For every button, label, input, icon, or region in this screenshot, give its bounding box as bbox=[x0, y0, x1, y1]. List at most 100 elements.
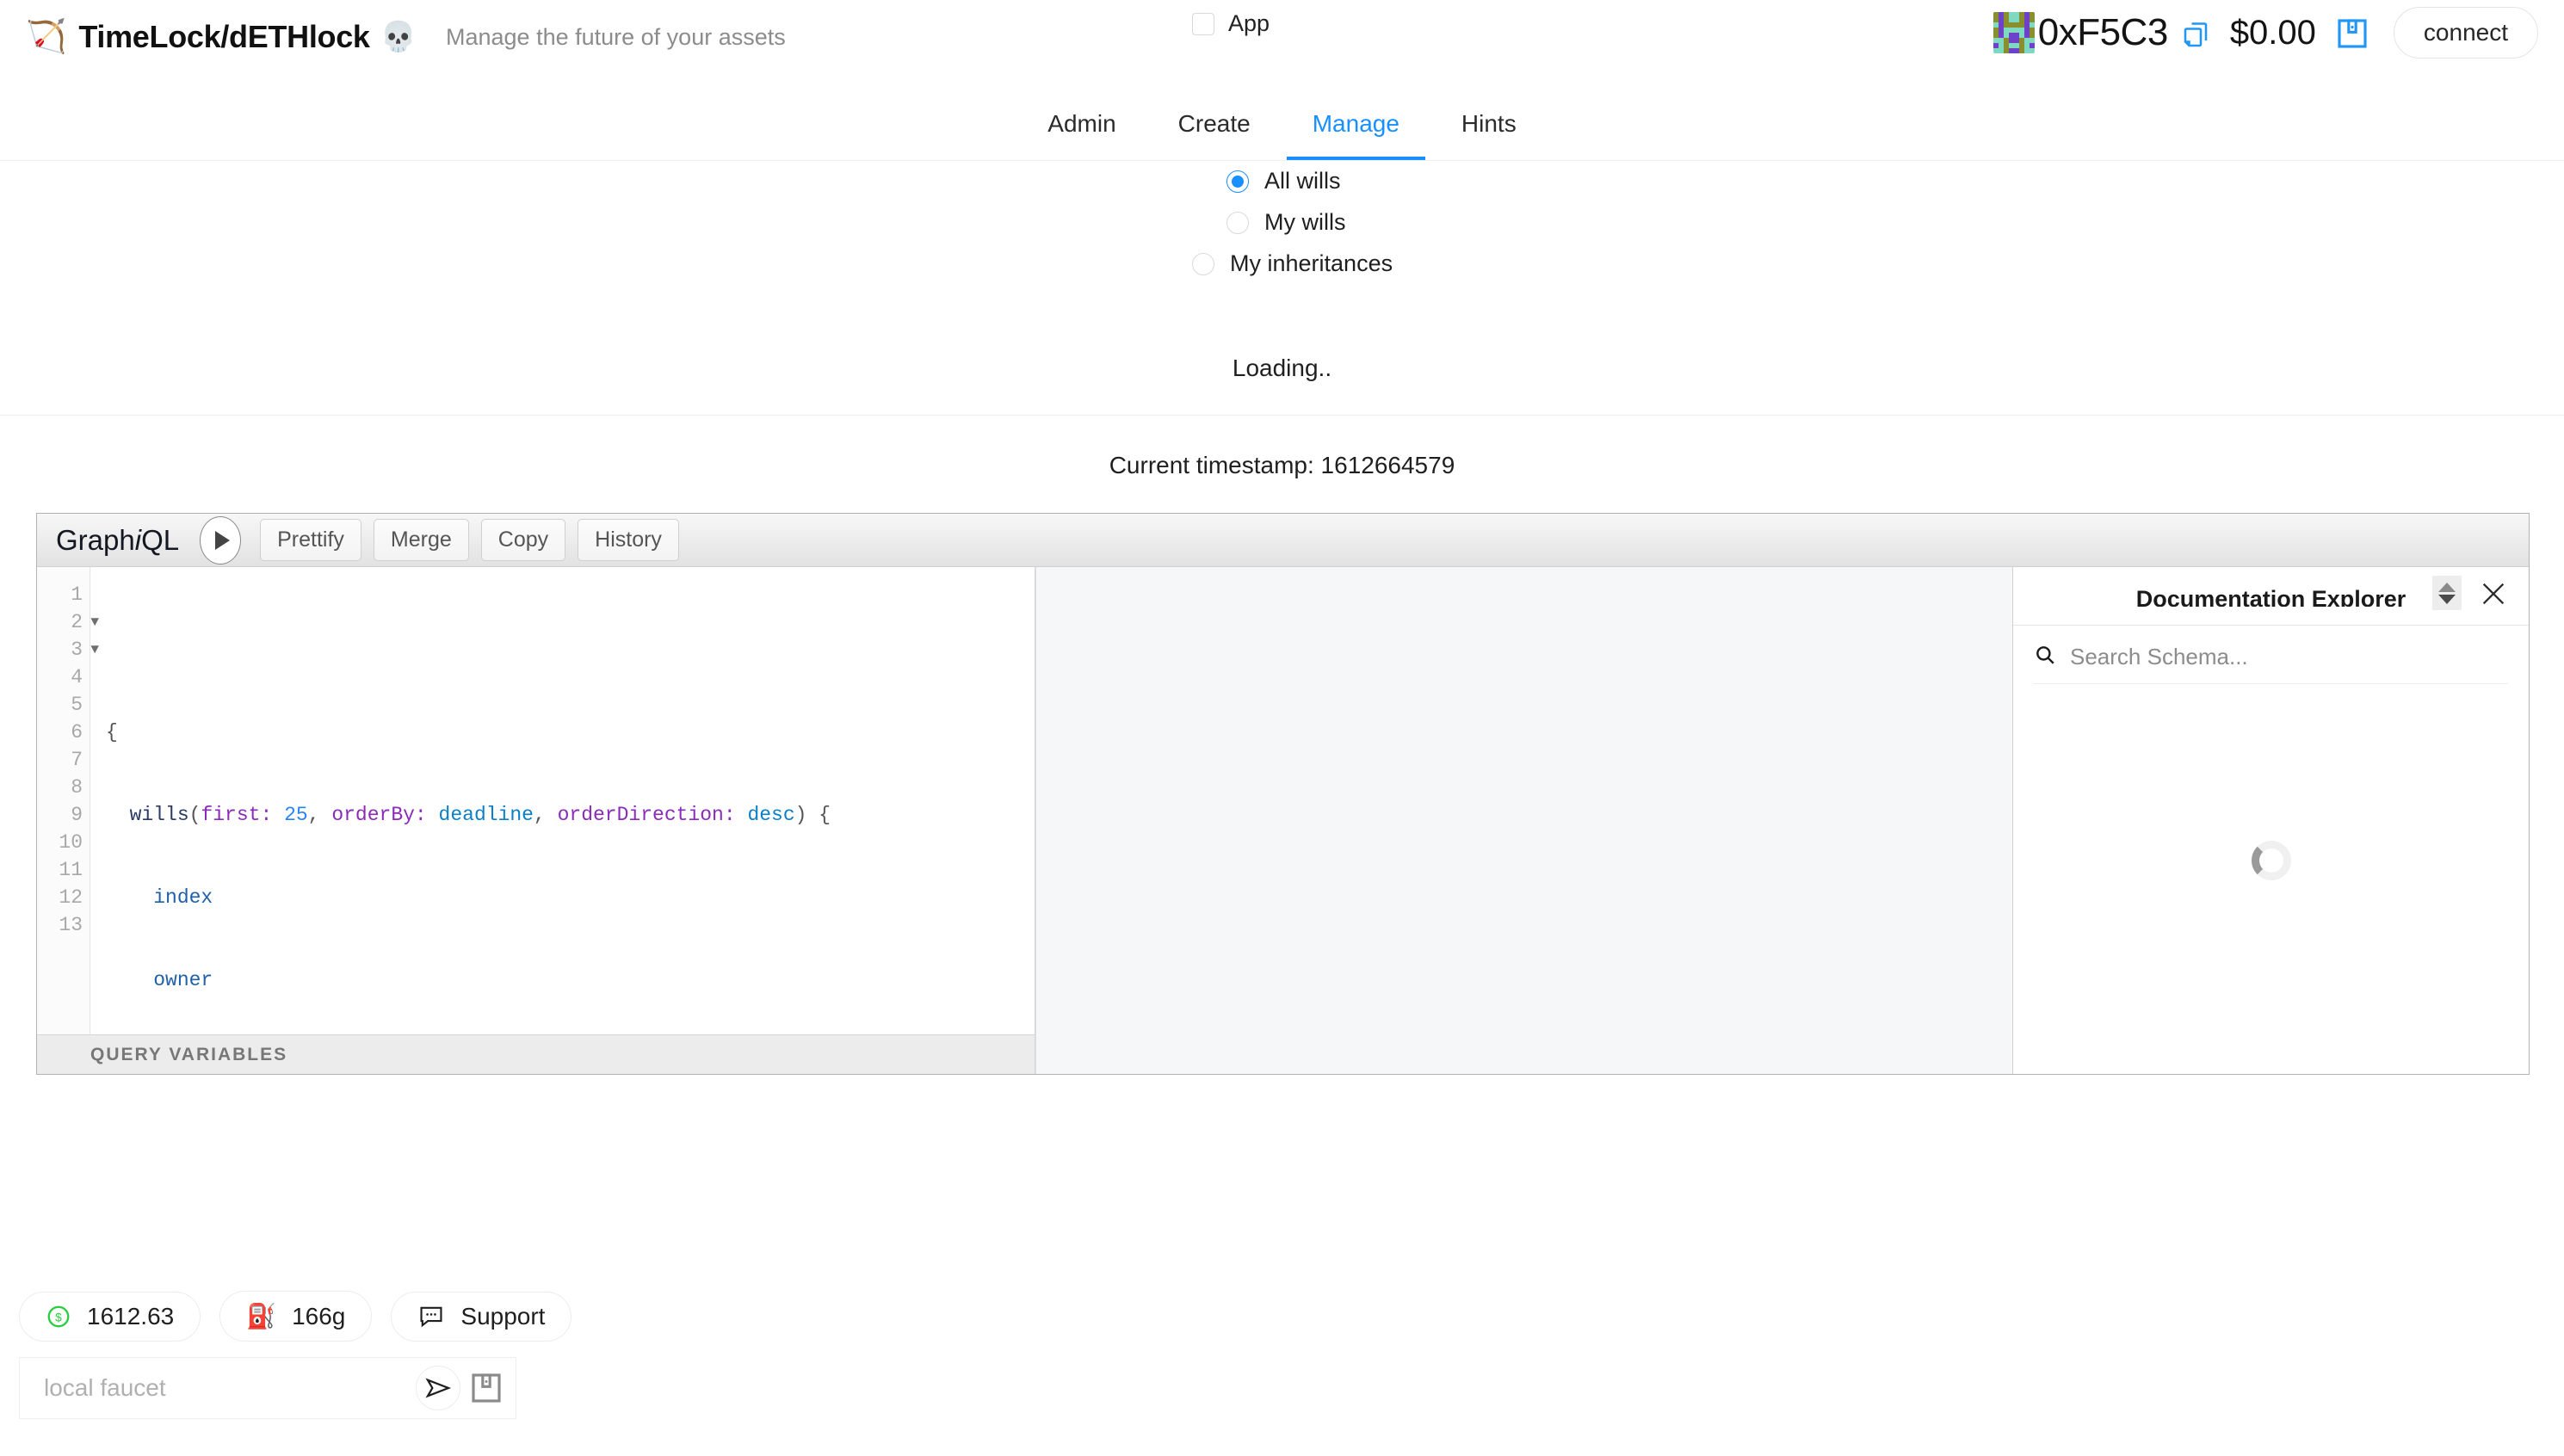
floppy-save-icon[interactable] bbox=[2335, 16, 2369, 51]
line-number: 8 bbox=[71, 776, 83, 799]
line-number: 9 bbox=[71, 804, 83, 826]
fold-arrow-icon[interactable]: ▼ bbox=[90, 636, 99, 663]
query-variables-bar[interactable]: QUERY VARIABLES bbox=[37, 1034, 1035, 1074]
code-line: owner bbox=[106, 966, 1035, 994]
status-pill-row: $ 1612.63 ⛽ 166g Support bbox=[19, 1291, 590, 1342]
radio-option-my-inheritances[interactable]: My inheritances bbox=[0, 250, 2564, 277]
send-icon[interactable] bbox=[416, 1366, 460, 1410]
tab-create[interactable]: Create bbox=[1152, 95, 1276, 160]
account-area: 0xF5C3 $0.00 connect bbox=[1993, 7, 2538, 59]
line-number: 12 bbox=[59, 886, 83, 909]
support-pill[interactable]: Support bbox=[391, 1291, 572, 1342]
current-timestamp: Current timestamp: 1612664579 bbox=[1109, 452, 1455, 478]
price-value: 1612.63 bbox=[87, 1302, 175, 1330]
doc-search-input[interactable] bbox=[2068, 643, 2508, 671]
graphiql-body: 1 2 ▼ 3 ▼ 4 5 6 7 8 9 10 11 12 13 {will… bbox=[37, 567, 2529, 1074]
dollar-circle-icon: $ bbox=[46, 1304, 71, 1330]
status-divider bbox=[0, 415, 2564, 416]
code-arg-value: desc bbox=[747, 804, 795, 826]
fold-arrow-icon[interactable]: ▼ bbox=[90, 608, 99, 636]
tab-hints[interactable]: Hints bbox=[1436, 95, 1542, 160]
doc-search-row bbox=[2013, 626, 2529, 693]
code-arg: orderBy: bbox=[331, 804, 427, 826]
execute-query-button[interactable] bbox=[200, 515, 242, 565]
gas-pump-icon: ⛽ bbox=[246, 1303, 277, 1330]
line-number: 7 bbox=[71, 749, 83, 771]
tab-admin[interactable]: Admin bbox=[1022, 95, 1141, 160]
faucet-input[interactable] bbox=[42, 1373, 416, 1403]
query-editor-column: 1 2 ▼ 3 ▼ 4 5 6 7 8 9 10 11 12 13 {will… bbox=[37, 567, 1035, 1074]
line-number: 4 bbox=[71, 666, 83, 688]
code-field: owner bbox=[153, 969, 213, 991]
wallet-balance: $0.00 bbox=[2229, 13, 2316, 52]
radio-all-wills[interactable] bbox=[1226, 170, 1249, 193]
blockies-avatar bbox=[1993, 12, 2035, 53]
app-title: TimeLock/dETHlock bbox=[78, 19, 370, 54]
radio-my-wills[interactable] bbox=[1226, 211, 1249, 234]
code-field: index bbox=[153, 886, 213, 909]
top-header: 🏹 TimeLock/dETHlock 💀 Manage the future … bbox=[0, 0, 2564, 90]
tab-manage[interactable]: Manage bbox=[1286, 95, 1425, 160]
line-number: 1 bbox=[71, 583, 83, 606]
query-variables-label: QUERY VARIABLES bbox=[90, 1044, 288, 1064]
radio-option-my-wills[interactable]: My wills bbox=[0, 209, 2564, 236]
graphiql-toolbar: GraphiQL Prettify Merge Copy History bbox=[37, 514, 2529, 567]
skull-icon: 💀 bbox=[380, 21, 417, 53]
wallet-address: 0xF5C3 bbox=[2037, 11, 2169, 53]
line-number: 13 bbox=[59, 914, 83, 936]
doc-explorer-header: Documentation Explorer bbox=[2013, 567, 2529, 626]
faucet-row bbox=[19, 1357, 516, 1419]
svg-text:$: $ bbox=[55, 1311, 62, 1323]
code-arg: first: bbox=[201, 804, 273, 826]
gas-value: 166g bbox=[292, 1302, 346, 1330]
app-checkbox-label: App bbox=[1228, 10, 1270, 36]
play-icon bbox=[214, 530, 230, 550]
app-checkbox[interactable] bbox=[1192, 12, 1214, 35]
radio-label-my-wills: My wills bbox=[1264, 209, 1346, 235]
close-icon[interactable] bbox=[2479, 579, 2508, 608]
code-arg: orderDirection: bbox=[557, 804, 736, 826]
graphiql-container: GraphiQL Prettify Merge Copy History 1 2… bbox=[36, 513, 2530, 1075]
radio-my-inheritances[interactable] bbox=[1192, 252, 1214, 275]
brand: 🏹 TimeLock/dETHlock 💀 Manage the future … bbox=[26, 19, 786, 55]
support-label: Support bbox=[460, 1302, 546, 1330]
app-checkbox-group[interactable]: App bbox=[1192, 10, 1270, 37]
code-root-field: wills bbox=[129, 804, 189, 826]
search-icon bbox=[2034, 644, 2056, 670]
query-code[interactable]: { wills(first: 25, orderBy: deadline, or… bbox=[90, 567, 1035, 1034]
query-editor[interactable]: 1 2 ▼ 3 ▼ 4 5 6 7 8 9 10 11 12 13 {will… bbox=[37, 567, 1035, 1034]
chat-bubble-icon bbox=[417, 1305, 445, 1329]
connect-button[interactable]: connect bbox=[2393, 7, 2538, 59]
radio-option-all-wills[interactable]: All wills bbox=[0, 168, 2564, 194]
bow-and-arrow-icon: 🏹 bbox=[26, 19, 67, 55]
line-number: 10 bbox=[59, 831, 83, 854]
merge-button[interactable]: Merge bbox=[373, 519, 469, 561]
copy-button[interactable]: Copy bbox=[480, 519, 566, 561]
line-number: 2 ▼ bbox=[37, 608, 99, 636]
price-pill[interactable]: $ 1612.63 bbox=[19, 1291, 201, 1342]
doc-search-box[interactable] bbox=[2034, 634, 2508, 684]
radio-label-my-inheritances: My inheritances bbox=[1230, 250, 1393, 276]
gas-pill[interactable]: ⛽ 166g bbox=[219, 1291, 373, 1342]
line-number: 11 bbox=[59, 859, 83, 881]
doc-content bbox=[2013, 693, 2529, 1074]
line-number-gutter: 1 2 ▼ 3 ▼ 4 5 6 7 8 9 10 11 12 13 bbox=[37, 567, 99, 1034]
floppy-save-icon[interactable] bbox=[469, 1371, 504, 1405]
prettify-button[interactable]: Prettify bbox=[260, 519, 361, 561]
documentation-explorer: Documentation Explorer bbox=[2012, 567, 2529, 1074]
history-button[interactable]: History bbox=[578, 519, 679, 561]
loading-spinner-icon bbox=[2251, 841, 2291, 880]
code-line: wills(first: 25, orderBy: deadline, orde… bbox=[129, 804, 831, 826]
graphiql-logo: GraphiQL bbox=[56, 523, 180, 556]
tabs-divider bbox=[0, 160, 2564, 161]
copy-icon[interactable] bbox=[2180, 19, 2211, 52]
wills-filter-radio-group: All wills My wills My inheritances bbox=[0, 168, 2564, 277]
code-arg-value: deadline bbox=[438, 804, 534, 826]
loading-text: Loading.. bbox=[1232, 355, 1332, 381]
bottom-widgets: $ 1612.63 ⛽ 166g Support bbox=[19, 1291, 590, 1419]
line-number: 6 bbox=[71, 721, 83, 743]
up-down-arrows-icon[interactable] bbox=[2432, 576, 2462, 610]
line-number: 3 ▼ bbox=[37, 636, 99, 663]
code-line: index bbox=[106, 884, 1035, 911]
